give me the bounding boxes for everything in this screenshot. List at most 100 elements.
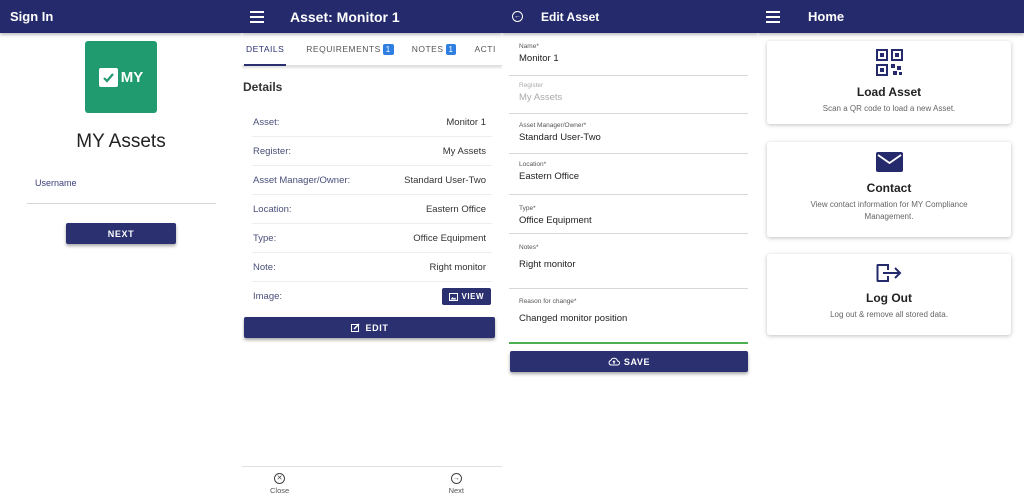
detail-label: Type:	[253, 232, 277, 244]
view-image-button[interactable]: VIEW	[441, 288, 491, 305]
view-label: VIEW	[461, 292, 484, 301]
card-title: Log Out	[866, 291, 912, 305]
username-field[interactable]: Username	[35, 178, 77, 188]
logout-icon	[767, 263, 1011, 283]
detail-row-asset: Asset: Monitor 1	[252, 108, 492, 137]
field-label: Register	[519, 82, 544, 89]
field-label: Location*	[519, 161, 547, 168]
save-label: SAVE	[623, 356, 651, 367]
home-title: Home	[808, 9, 845, 24]
field-label: Reason for change*	[519, 298, 577, 305]
card-title: Contact	[866, 181, 912, 195]
edit-asset-screen: ← Edit Asset Name* Monitor 1 Register My…	[502, 0, 758, 500]
asset-tabs: DETAILS REQUIREMENTS 1 NOTES 1 ACTI	[242, 33, 502, 66]
asset-view-topbar: Asset: Monitor 1	[242, 0, 502, 33]
next-button[interactable]: NEXT	[66, 223, 176, 244]
detail-value: My Assets	[442, 145, 486, 157]
app-name: MY Assets	[76, 131, 166, 152]
next-nav-button[interactable]: → Next	[449, 473, 464, 500]
field-value: Right monitor	[519, 259, 576, 270]
logo-text: MY	[120, 68, 144, 86]
detail-value: Office Equipment	[413, 232, 486, 244]
details-heading: Details	[243, 80, 283, 94]
field-label: Notes*	[519, 244, 539, 251]
reason-for-change-field[interactable]: Reason for change* Changed monitor posit…	[509, 298, 748, 344]
bottom-navigation: ✕ Close → Next	[242, 466, 502, 500]
detail-label: Asset Manager/Owner:	[253, 174, 351, 186]
save-button[interactable]: SAVE	[510, 351, 748, 372]
detail-label: Register:	[253, 145, 292, 157]
tab-notes[interactable]: NOTES 1	[408, 33, 461, 65]
menu-icon[interactable]	[766, 10, 780, 23]
app-logo: MY	[85, 41, 157, 113]
signin-screen: Sign In MY MY Assets Username NEXT	[0, 0, 242, 500]
home-topbar: Home	[758, 0, 1024, 33]
signin-topbar: Sign In	[0, 0, 242, 33]
next-label: Next	[448, 486, 464, 495]
mail-icon	[767, 152, 1011, 172]
edit-asset-topbar: ← Edit Asset	[502, 0, 758, 33]
detail-label: Location:	[253, 203, 292, 215]
name-field[interactable]: Name* Monitor 1	[509, 43, 748, 76]
detail-value: Monitor 1	[446, 116, 486, 128]
requirements-count-badge: 1	[382, 43, 394, 55]
load-asset-card[interactable]: Load Asset Scan a QR code to load a new …	[767, 41, 1011, 124]
field-value: My Assets	[519, 92, 563, 103]
logout-card[interactable]: Log Out Log out & remove all stored data…	[767, 254, 1011, 335]
card-description: Log out & remove all stored data.	[830, 310, 948, 319]
tab-requirements[interactable]: REQUIREMENTS 1	[302, 33, 397, 65]
qr-code-icon	[767, 49, 1011, 76]
tab-label: NOTES	[411, 44, 444, 54]
tab-actions[interactable]: ACTI	[470, 33, 499, 65]
details-list: Asset: Monitor 1 Register: My Assets Ass…	[252, 108, 492, 311]
type-field[interactable]: Type* Office Equipment	[509, 205, 748, 234]
username-underline	[27, 203, 216, 204]
back-icon[interactable]: ←	[512, 11, 523, 22]
cloud-upload-icon	[608, 357, 620, 366]
detail-value: Standard User-Two	[404, 174, 486, 186]
close-icon: ✕	[274, 473, 286, 484]
field-label: Name*	[519, 43, 539, 50]
edit-icon	[350, 323, 360, 332]
field-value: Office Equipment	[519, 215, 592, 226]
card-description: View contact information for MY Complian…	[810, 200, 968, 221]
field-label: Asset Manager/Owner*	[519, 122, 587, 129]
owner-field[interactable]: Asset Manager/Owner* Standard User-Two	[509, 122, 748, 154]
edit-label: EDIT	[365, 322, 389, 333]
detail-row-location: Location: Eastern Office	[252, 195, 492, 224]
tab-label: DETAILS	[246, 44, 285, 54]
menu-icon[interactable]	[250, 10, 264, 23]
notes-field[interactable]: Notes* Right monitor	[509, 244, 748, 289]
edit-button[interactable]: EDIT	[244, 317, 495, 338]
image-icon	[448, 292, 458, 301]
detail-row-image: Image: VIEW	[252, 282, 492, 311]
arrow-right-icon: →	[450, 473, 462, 484]
field-value: Changed monitor position	[519, 313, 628, 324]
asset-view-title: Asset: Monitor 1	[290, 8, 400, 25]
tab-label: REQUIREMENTS	[306, 44, 381, 54]
detail-row-type: Type: Office Equipment	[252, 224, 492, 253]
notes-count-badge: 1	[445, 43, 457, 55]
register-field: Register My Assets	[509, 82, 748, 114]
tab-label: ACTI	[474, 44, 496, 54]
contact-card[interactable]: Contact View contact information for MY …	[767, 142, 1011, 237]
close-label: Close	[270, 486, 290, 495]
detail-value: Eastern Office	[425, 203, 486, 215]
signin-title: Sign In	[10, 9, 54, 24]
close-nav-button[interactable]: ✕ Close	[270, 473, 289, 500]
field-label: Type*	[519, 205, 536, 212]
detail-value: Right monitor	[429, 261, 487, 273]
detail-label: Asset:	[253, 116, 280, 128]
checkbox-icon	[98, 67, 118, 87]
location-field[interactable]: Location* Eastern Office	[509, 161, 748, 195]
detail-row-note: Note: Right monitor	[252, 253, 492, 282]
detail-label: Image:	[253, 291, 283, 302]
card-title: Load Asset	[856, 85, 922, 99]
edit-asset-title: Edit Asset	[541, 9, 600, 24]
card-description: Scan a QR code to load a new Asset.	[822, 104, 956, 113]
asset-view-screen: Asset: Monitor 1 DETAILS REQUIREMENTS 1 …	[242, 0, 502, 500]
field-value: Eastern Office	[519, 171, 580, 182]
detail-label: Note:	[253, 261, 276, 273]
tab-details[interactable]: DETAILS	[242, 33, 288, 66]
detail-row-register: Register: My Assets	[252, 137, 492, 166]
